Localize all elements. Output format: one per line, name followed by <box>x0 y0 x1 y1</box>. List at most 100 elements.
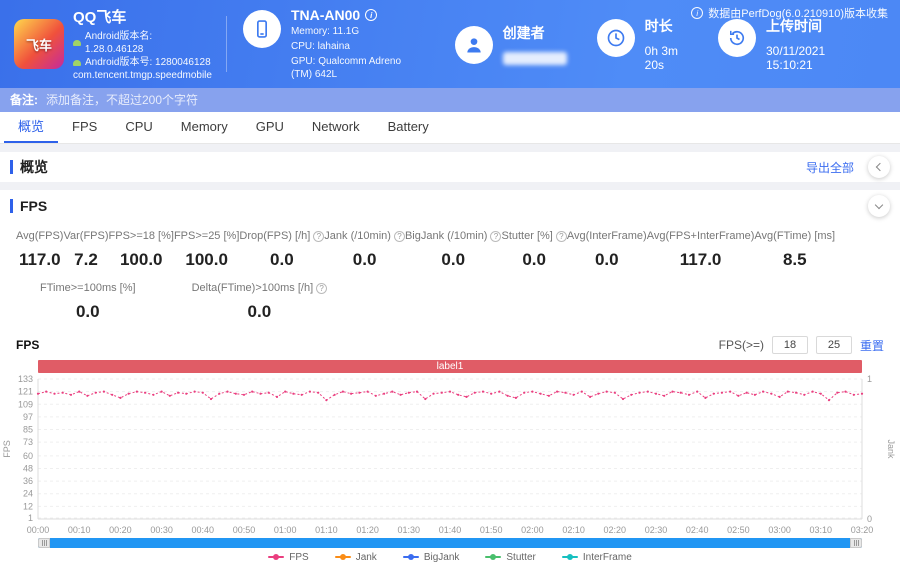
info-icon[interactable]: ? <box>313 230 325 242</box>
legend-item-Jank[interactable]: Jank <box>334 552 377 563</box>
metric: Var(FPS) 7.2 <box>63 230 108 270</box>
app-version-name: Android版本名: 1.28.0.46128 <box>84 31 153 55</box>
info-icon[interactable]: ? <box>490 230 502 242</box>
collector-note: i 数据由PerfDog(6.0.210910)版本收集 <box>691 5 888 21</box>
scrollbar-left-grip[interactable] <box>38 538 50 548</box>
duration-label: 时长 <box>644 18 673 34</box>
fps-collapse-button[interactable] <box>868 195 890 217</box>
svg-text:36: 36 <box>23 476 33 486</box>
svg-text:133: 133 <box>18 374 33 384</box>
svg-text:Jank: Jank <box>886 439 896 459</box>
tab-概览[interactable]: 概览 <box>4 112 59 143</box>
legend-marker <box>402 554 419 560</box>
fps-chart-title: FPS <box>16 338 40 352</box>
metric-label: FPS>=18 [%] <box>108 230 174 242</box>
tab-Battery[interactable]: Battery <box>374 112 443 143</box>
android-icon <box>73 59 81 66</box>
metric-label: FPS>=25 [%] <box>173 230 240 242</box>
svg-text:85: 85 <box>23 425 33 435</box>
metric: FTime>=100ms [%] 0.0 <box>40 282 136 322</box>
fps-threshold-label: FPS(>=) <box>718 338 764 352</box>
device-gpu: GPU: Qualcomm Adreno (TM) 642L <box>290 56 402 80</box>
svg-text:1: 1 <box>28 513 33 523</box>
chart-label-banner: label1 <box>38 360 862 373</box>
svg-text:00:20: 00:20 <box>109 525 132 535</box>
info-icon[interactable]: ? <box>393 230 405 242</box>
tab-Network[interactable]: Network <box>298 112 374 143</box>
svg-text:24: 24 <box>23 489 33 499</box>
remark-label: 备注: <box>10 93 38 107</box>
legend-label: Stutter <box>506 551 536 563</box>
chart-scrollbar[interactable] <box>38 538 862 548</box>
scrollbar-right-grip[interactable] <box>850 538 862 548</box>
fps-section: FPS Avg(FPS) 117.0 Var(FPS) 7.2 FPS>=18 [%] 1… <box>0 190 900 566</box>
tab-FPS[interactable]: FPS <box>58 112 111 143</box>
legend-label: BigJank <box>423 551 460 563</box>
metric-label: Avg(InterFrame) <box>566 230 647 242</box>
metric-value: 0.0 <box>352 250 377 269</box>
svg-text:03:00: 03:00 <box>768 525 791 535</box>
svg-text:02:10: 02:10 <box>562 525 585 535</box>
fps-section-title: FPS <box>20 198 48 214</box>
svg-text:01:40: 01:40 <box>439 525 462 535</box>
metric-label: FTime>=100ms [%] <box>40 282 136 294</box>
metric: Avg(FPS) 117.0 <box>16 230 63 270</box>
creator-label: 创建者 <box>502 25 545 41</box>
remark-input[interactable]: 添加备注，不超过200个字符 <box>46 88 198 112</box>
svg-text:0: 0 <box>867 514 872 524</box>
metric: FPS>=25 [%] 100.0 <box>174 230 239 270</box>
fps-threshold-high-input[interactable] <box>815 336 852 354</box>
fps-chart-header: FPS FPS(>=) 重置 <box>0 332 900 358</box>
perfdog-report-page: i 数据由PerfDog(6.0.210910)版本收集 飞车 QQ飞车 And… <box>0 0 900 566</box>
info-icon[interactable]: ? <box>316 282 328 294</box>
svg-text:12: 12 <box>23 501 33 511</box>
export-all-link[interactable]: 导出全部 <box>806 159 854 176</box>
tab-CPU[interactable]: CPU <box>111 112 166 143</box>
legend-item-BigJank[interactable]: BigJank <box>402 551 460 563</box>
fps-metrics-row-1: Avg(FPS) 117.0 Var(FPS) 7.2 FPS>=18 [%] 100.0… <box>0 222 900 280</box>
metric-value: 0.0 <box>270 250 294 269</box>
legend-marker <box>334 554 351 560</box>
metric-value: 8.5 <box>782 250 807 269</box>
collapse-panel-button[interactable] <box>868 156 890 178</box>
android-icon <box>73 40 81 46</box>
fps-line-chart[interactable]: 1 12 24 36 48 60 73 85 97 109 121 133 0 1 00:00 00:10 00… <box>0 373 900 535</box>
section-accent-bar <box>10 199 13 213</box>
metric-label: Stutter [%]? <box>501 230 567 242</box>
chevron-left-icon <box>875 162 885 172</box>
metric: Avg(InterFrame) 0.0 <box>567 230 647 270</box>
reset-link[interactable]: 重置 <box>860 337 884 354</box>
svg-text:60: 60 <box>23 451 33 461</box>
metric-label: Avg(FTime) [ms] <box>754 230 836 242</box>
legend-item-FPS[interactable]: FPS <box>268 552 309 563</box>
legend-item-InterFrame[interactable]: InterFrame <box>561 552 632 563</box>
tab-Memory[interactable]: Memory <box>167 112 242 143</box>
fps-threshold-low-input[interactable] <box>771 336 808 354</box>
svg-text:03:20: 03:20 <box>851 525 874 535</box>
device-memory: Memory: 11.1G <box>290 26 360 37</box>
header: i 数据由PerfDog(6.0.210910)版本收集 飞车 QQ飞车 And… <box>0 0 900 88</box>
section-accent-bar <box>10 160 13 174</box>
metric: BigJank (/10min)? 0.0 <box>405 230 502 270</box>
metric-value: 117.0 <box>18 250 61 269</box>
metric-value: 0.0 <box>441 250 466 269</box>
app-package: com.tencent.tmgp.speedmobile <box>73 70 212 81</box>
svg-text:00:00: 00:00 <box>27 525 50 535</box>
metric: Avg(FPS+InterFrame) 117.0 <box>647 230 755 270</box>
svg-text:48: 48 <box>23 463 33 473</box>
legend-marker <box>561 554 578 560</box>
info-icon[interactable]: i <box>365 9 378 21</box>
metric-value: 7.2 <box>74 250 98 269</box>
svg-text:02:40: 02:40 <box>686 525 709 535</box>
tab-GPU[interactable]: GPU <box>242 112 298 143</box>
info-icon[interactable]: ? <box>555 230 567 242</box>
legend-item-Stutter[interactable]: Stutter <box>485 551 536 563</box>
creator-name-masked <box>502 52 567 65</box>
metric: Delta(FTime)>100ms [/h]? 0.0 <box>192 282 328 322</box>
phone-icon <box>242 10 281 48</box>
info-icon: i <box>691 7 704 19</box>
chart-legend: FPS Jank BigJank Stutter InterFrame <box>0 548 900 566</box>
svg-text:FPS: FPS <box>2 440 12 458</box>
metric: Jank (/10min)? 0.0 <box>324 230 405 270</box>
metric-value: 100.0 <box>185 250 228 269</box>
